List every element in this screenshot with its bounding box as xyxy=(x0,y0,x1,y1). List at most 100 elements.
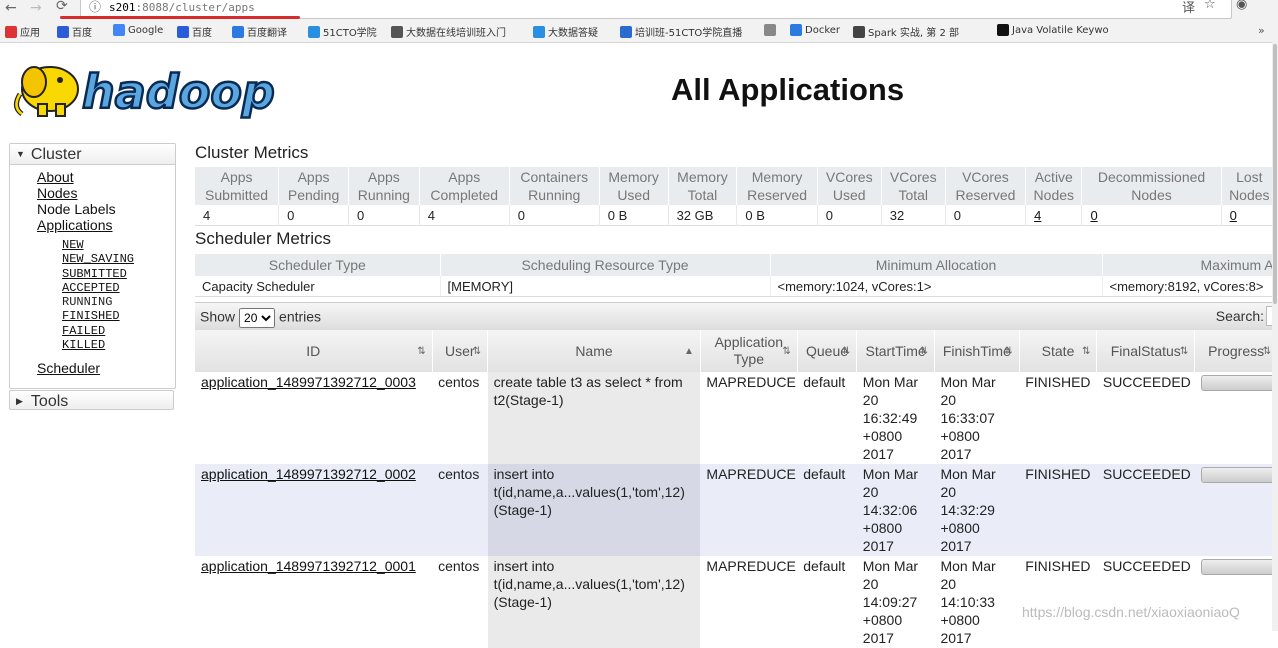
metric-value[interactable]: 4 xyxy=(1025,205,1083,226)
bookmark-label: 大数据在线培训班入门 xyxy=(406,28,506,39)
bookmarks-bar: 应用 百度 Google 百度 百度翻译 51CTO学院 大数据在线培训班入门 大数据答疑 培训… xyxy=(0,22,1278,41)
cell-id[interactable]: application_1489971392712_0001 xyxy=(195,556,433,648)
watermark: https://blog.csdn.net/xiaoxiaoniaoQ xyxy=(1022,604,1240,620)
bookmark-item[interactable]: Spark 实战, 第 2 部 xyxy=(853,24,959,39)
column-header[interactable]: FinishTime ⇅ xyxy=(934,330,1020,372)
bookmark-item[interactable]: Docker xyxy=(790,24,840,36)
bookmark-item[interactable]: 大数据答疑 xyxy=(533,24,598,39)
sidebar-item-nodes[interactable]: Nodes xyxy=(37,185,77,201)
applications-table: ID ⇅ User ⇅ Name ▲ Application Type ⇅ Queue ⇅ Star… xyxy=(195,330,1278,648)
bookmark-item[interactable]: Google xyxy=(113,24,163,36)
metric-header: Containers Running xyxy=(509,167,600,205)
metric-value: 0 xyxy=(278,205,349,226)
bookmark-item[interactable]: 大数据在线培训班入门 xyxy=(391,24,506,39)
bookmark-label: 培训班-51CTO学院直播 xyxy=(635,28,743,39)
metric-header: VCores Used xyxy=(817,167,882,205)
sidebar-item-applications[interactable]: Applications xyxy=(37,217,113,233)
cell-start: Mon Mar 20 16:32:49 +0800 2017 xyxy=(856,372,935,464)
reload-icon[interactable]: ⟳ xyxy=(56,0,68,14)
sort-both-icon[interactable]: ⇅ xyxy=(782,343,790,360)
bookmark-item[interactable]: 百度 xyxy=(57,24,92,39)
sort-both-icon[interactable]: ⇅ xyxy=(417,343,425,360)
bookmark-item[interactable]: 应用 xyxy=(5,24,40,39)
bookmark-label: 51CTO学院 xyxy=(323,28,377,39)
metric-header: Active Nodes xyxy=(1025,167,1083,205)
51cto-icon xyxy=(308,25,320,38)
bookmark-label: Google xyxy=(128,24,164,36)
cell-name: create table t3 as select * from t2(Stag… xyxy=(487,372,701,464)
column-header[interactable]: StartTime ⇅ xyxy=(856,330,935,372)
bookmark-star-icon[interactable]: ☆ xyxy=(1204,0,1216,12)
column-header[interactable]: State ⇅ xyxy=(1019,330,1098,372)
bookmarks-overflow-icon[interactable]: » xyxy=(1258,24,1265,37)
back-arrow-icon[interactable]: ← xyxy=(5,0,17,16)
bookmark-item[interactable]: 百度 xyxy=(177,24,212,39)
search-label: Search: xyxy=(1215,308,1264,324)
sort-both-icon[interactable]: ⇅ xyxy=(1082,343,1090,360)
translate-page-icon[interactable]: 译 xyxy=(1182,0,1195,16)
app-state-failed[interactable]: FAILED xyxy=(62,324,105,338)
sidebar-item-scheduler[interactable]: Scheduler xyxy=(37,360,100,376)
cell-final: SUCCEEDED xyxy=(1096,464,1195,556)
translate-icon xyxy=(232,25,244,38)
bookmark-label: 大数据答疑 xyxy=(548,28,598,39)
sort-both-icon[interactable]: ⇅ xyxy=(1180,343,1188,360)
extension-icon[interactable]: ◉ xyxy=(1236,0,1247,12)
sort-both-icon[interactable]: ⇅ xyxy=(473,343,481,360)
metric-header: Apps Pending xyxy=(278,167,349,205)
annotation-underline xyxy=(60,16,300,19)
metric-header: Apps Running xyxy=(348,167,420,205)
bookmark-item[interactable]: 培训班-51CTO学院直播 xyxy=(620,24,742,39)
forward-arrow-icon[interactable]: → xyxy=(30,0,42,16)
google-g-icon xyxy=(113,24,125,36)
page-scrollbar[interactable] xyxy=(1272,42,1278,631)
app-state-killed[interactable]: KILLED xyxy=(62,338,105,352)
play-circle-icon xyxy=(391,25,403,38)
metric-value[interactable]: 0 xyxy=(1221,205,1278,226)
cell-finish: Mon Mar 20 14:10:33 +0800 2017 xyxy=(934,556,1020,648)
application-id-link[interactable]: application_1489971392712_0003 xyxy=(201,374,416,390)
app-state-new[interactable]: NEW xyxy=(62,238,84,252)
metric-header: Lost Nodes xyxy=(1221,167,1278,205)
cell-id[interactable]: application_1489971392712_0002 xyxy=(195,464,433,556)
sort-both-icon[interactable]: ⇅ xyxy=(920,343,928,360)
cell-finish: Mon Mar 20 16:33:07 +0800 2017 xyxy=(934,372,1020,464)
j-icon xyxy=(997,24,1009,36)
app-state-finished[interactable]: FINISHED xyxy=(62,309,120,323)
app-state-accepted[interactable]: ACCEPTED xyxy=(62,281,120,295)
cluster-label: Cluster xyxy=(30,146,82,163)
app-state-submitted[interactable]: SUBMITTED xyxy=(62,267,127,281)
column-header[interactable]: Application Type ⇅ xyxy=(700,330,798,372)
column-header[interactable]: ID ⇅ xyxy=(195,330,433,372)
sort-asc-icon[interactable]: ▲ xyxy=(684,343,694,360)
sort-both-icon[interactable]: ⇅ xyxy=(842,343,850,360)
column-header[interactable]: FinalStatus ⇅ xyxy=(1096,330,1196,372)
cell-progress xyxy=(1194,372,1278,464)
cell-id[interactable]: application_1489971392712_0003 xyxy=(195,372,433,464)
application-id-link[interactable]: application_1489971392712_0001 xyxy=(201,558,416,574)
bookmark-item[interactable]: Java Volatile Keywo xyxy=(997,24,1109,36)
bookmark-item[interactable]: 51CTO学院 xyxy=(308,24,377,39)
application-id-link[interactable]: application_1489971392712_0002 xyxy=(201,466,416,482)
metric-link[interactable]: 4 xyxy=(1034,208,1041,223)
app-state-new-saving[interactable]: NEW_SAVING xyxy=(62,252,134,266)
metric-header: Memory Reserved xyxy=(736,167,818,205)
metric-value[interactable]: 0 xyxy=(1081,205,1222,226)
metric-link[interactable]: 0 xyxy=(1230,208,1237,223)
entries-select[interactable]: 20 xyxy=(239,308,276,328)
sidebar-item-about[interactable]: About xyxy=(37,169,74,185)
tools-section-header[interactable]: ▶ Tools xyxy=(9,390,174,410)
sort-both-icon[interactable]: ⇅ xyxy=(1004,343,1012,360)
column-header[interactable]: Queue ⇅ xyxy=(797,330,858,372)
metric-link[interactable]: 0 xyxy=(1090,208,1097,223)
column-header[interactable]: Progress ⇅ xyxy=(1194,330,1278,372)
column-header[interactable]: Name ▲ xyxy=(487,330,701,372)
cluster-section-header[interactable]: ▼ Cluster xyxy=(10,144,175,165)
column-header[interactable]: User ⇅ xyxy=(432,330,489,372)
bookmark-item[interactable] xyxy=(764,24,779,36)
sort-both-icon[interactable]: ⇅ xyxy=(1263,343,1271,360)
cell-state: FINISHED xyxy=(1019,372,1097,464)
bookmark-item[interactable]: 百度翻译 xyxy=(232,24,287,39)
cell-queue: default xyxy=(797,464,857,556)
cell-progress xyxy=(1194,464,1278,556)
